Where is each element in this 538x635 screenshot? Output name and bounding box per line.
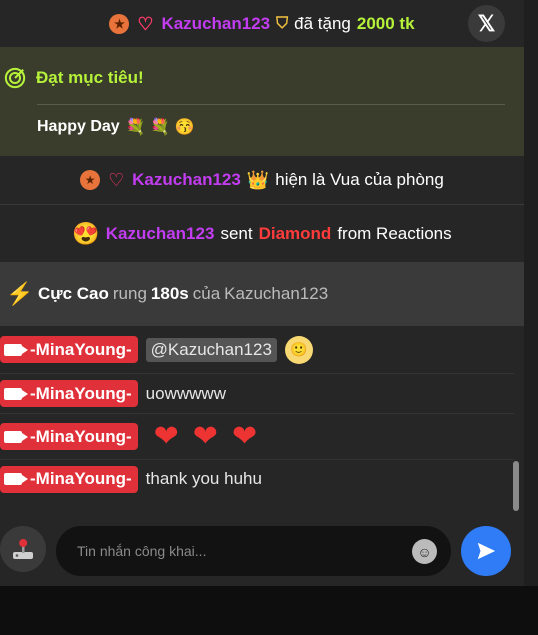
divider [37,104,505,105]
vibration-username[interactable]: Kazuchan123 [224,284,328,304]
goal-header: Đạt mục tiêu! [4,67,144,89]
heart-emoji-icons: ❤❤❤ [153,420,272,453]
heart-outline-icon: ♡ [137,13,154,34]
public-message-input[interactable] [56,526,451,576]
video-camera-icon [4,387,28,400]
reaction-from-text: from Reactions [337,224,452,243]
mention-tag[interactable]: @Kazuchan123 [145,337,277,362]
vibration-of: của [192,284,221,303]
gift-amount: 2000 tk [356,13,415,33]
chat-message: -MinaYoung- thank you huhu [0,460,514,498]
reaction-username[interactable]: Kazuchan123 [106,224,215,244]
sender-badge[interactable]: -MinaYoung- [0,380,138,407]
king-text: hiện là Vua của phòng [275,170,444,189]
chat-message: -MinaYoung- uowwwww [0,374,514,414]
star-icon: ★ [109,13,130,34]
message-text: uowwwww [145,383,226,403]
livestream-chat-panel: ★ ♡ Kazuchan123 ⛉ đã tặng 2000 tk 𝕏 Đạt … [0,0,524,586]
composer-bar: ☺ [0,512,524,586]
goal-emojis: 💐 💐 😚 [125,119,195,136]
video-camera-icon [4,430,28,443]
sender-badge[interactable]: -MinaYoung- [0,465,138,493]
vibration-duration: 180s [150,284,189,303]
smiley-emoji-icon: 🙂 [284,335,313,364]
page-footer [0,586,538,635]
heart-eyes-emoji-icon: 😍 [72,221,100,246]
goal-message-text: Happy Day [37,118,120,135]
sender-name: -MinaYoung- [30,469,132,488]
room-king-notice: ★ ♡ Kazuchan123 👑 hiện là Vua của phòng [0,156,524,205]
x-logo-icon: 𝕏 [477,10,496,36]
sender-name: -MinaYoung- [30,426,132,446]
vibration-rung: rung [112,284,147,303]
gift-text: đã tặng [294,13,351,33]
joystick-button[interactable] [0,526,46,572]
video-camera-icon [4,473,28,485]
king-username[interactable]: Kazuchan123 [132,170,241,190]
star-icon: ★ [80,170,101,190]
gift-username[interactable]: Kazuchan123 [161,14,270,34]
sender-badge[interactable]: -MinaYoung- [0,423,138,450]
close-button[interactable]: 𝕏 [468,5,505,42]
chat-message: -MinaYoung- @Kazuchan123 🙂 [0,326,514,374]
send-arrow-icon [477,542,496,560]
emoji-picker-button[interactable]: ☺ [412,539,437,564]
send-button[interactable] [461,526,511,576]
reaction-notice: 😍 Kazuchan123 sent Diamond from Reaction… [0,206,524,262]
chat-scrollbar[interactable] [513,461,519,511]
smiley-icon: ☺ [417,543,432,560]
reaction-item: Diamond [258,224,332,243]
shield-icon: ⛉ [276,14,289,32]
chat-message: -MinaYoung- ❤❤❤ [0,414,514,460]
heart-outline-icon: ♡ [108,170,125,190]
video-camera-icon [4,343,28,356]
lightning-icon: ⚡ [6,281,34,306]
goal-title: Đạt mục tiêu! [36,68,144,87]
reaction-sent-text: sent [220,224,253,243]
goal-reached-card: Đạt mục tiêu! Happy Day 💐 💐 😚 [0,47,524,156]
chat-message-list[interactable]: -MinaYoung- @Kazuchan123 🙂 -MinaYoung- u… [0,326,524,512]
crown-icon: 👑 [246,169,270,190]
gift-notification: ★ ♡ Kazuchan123 ⛉ đã tặng 2000 tk [0,0,524,47]
target-icon [4,67,26,89]
page-gutter [524,0,538,586]
sender-name: -MinaYoung- [30,339,132,359]
joystick-icon [13,539,33,559]
message-text: thank you huhu [145,469,262,488]
sender-name: -MinaYoung- [30,383,132,403]
sender-badge[interactable]: -MinaYoung- [0,336,138,363]
vibration-level: Cực Cao [38,284,109,303]
vibration-notice: ⚡ Cực Cao rung 180s của Kazuchan123 [0,262,524,326]
goal-message: Happy Day 💐 💐 😚 [37,117,194,137]
